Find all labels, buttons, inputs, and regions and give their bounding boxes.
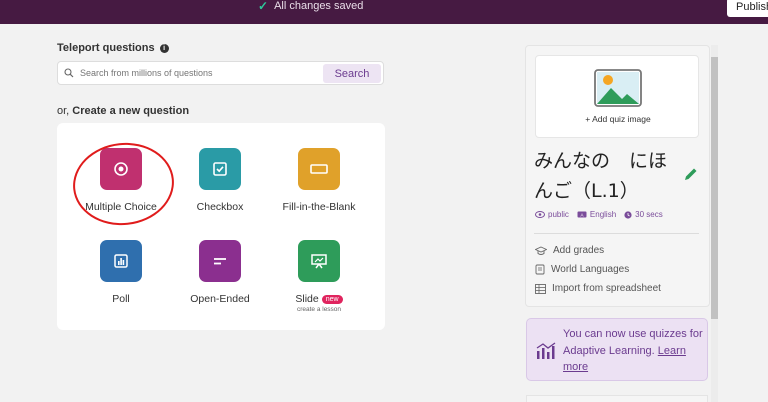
publish-button[interactable]: Publish	[727, 0, 768, 17]
import-spreadsheet-option[interactable]: Import from spreadsheet	[535, 283, 661, 294]
language-icon: A	[577, 211, 587, 218]
graduation-cap-icon	[535, 246, 547, 255]
question-type-open-ended[interactable]: Open-Ended	[170, 240, 270, 305]
svg-text:A: A	[580, 212, 583, 217]
question-type-fill-in-the-blank[interactable]: Fill-in-the-Blank	[269, 148, 369, 213]
search-icon	[58, 68, 80, 78]
save-status-text: All changes saved	[274, 0, 364, 12]
adaptive-text-block: You can now use quizzes for Adaptive Lea…	[563, 326, 705, 376]
question-type-slide[interactable]: Slide new create a lesson	[269, 240, 369, 313]
blank-icon	[298, 148, 340, 190]
create-prefix: or,	[57, 105, 70, 117]
question-type-poll[interactable]: Poll	[71, 240, 171, 305]
scrollbar[interactable]	[711, 45, 718, 402]
subject-option[interactable]: World Languages	[535, 264, 629, 275]
visibility-item[interactable]: public	[535, 210, 569, 219]
add-grades-option[interactable]: Add grades	[535, 245, 604, 256]
quiz-title: みんなの にほんご（L.1）	[534, 150, 668, 202]
new-badge: new	[321, 295, 343, 304]
search-box: Search	[57, 61, 384, 85]
edit-pencil-icon[interactable]	[683, 166, 699, 187]
question-type-label: Fill-in-the-Blank	[282, 201, 356, 213]
eye-icon	[535, 211, 545, 218]
info-icon[interactable]: i	[159, 43, 169, 53]
add-image-label: + Add quiz image	[585, 114, 651, 124]
top-bar	[0, 0, 768, 24]
presentation-icon	[298, 240, 340, 282]
language-text: English	[589, 210, 617, 219]
text-lines-icon	[199, 240, 241, 282]
spreadsheet-icon	[535, 283, 546, 294]
question-type-label: Open-Ended	[190, 293, 250, 305]
add-quiz-image-button[interactable]: + Add quiz image	[535, 55, 699, 138]
clock-icon	[624, 210, 632, 219]
slide-sublabel: create a lesson	[296, 306, 342, 313]
scrollbar-thumb[interactable]	[711, 57, 718, 319]
timer-item[interactable]: 30 secs	[624, 210, 663, 219]
teleport-label: Teleport questions	[57, 42, 155, 54]
quiz-meta: public A English 30 secs	[535, 210, 663, 219]
create-label: Create a new question	[72, 105, 190, 117]
timer-text: 30 secs	[635, 210, 663, 219]
adaptive-chart-icon	[536, 342, 556, 365]
question-type-label: Checkbox	[196, 201, 244, 213]
checkmark-icon: ✓	[258, 0, 269, 13]
bar-chart-icon	[100, 240, 142, 282]
language-item[interactable]: A English	[577, 210, 616, 219]
question-type-card: Multiple Choice Checkbox Fill-in-the-Bla…	[57, 123, 385, 330]
bottom-panel	[526, 395, 708, 402]
question-type-checkbox[interactable]: Checkbox	[170, 148, 270, 213]
save-status: ✓ All changes saved	[258, 0, 363, 12]
question-type-label: Slide	[295, 293, 319, 305]
search-button[interactable]: Search	[323, 64, 381, 83]
adaptive-learning-banner: You can now use quizzes for Adaptive Lea…	[526, 318, 708, 381]
question-type-label: Poll	[112, 293, 130, 305]
teleport-heading: Teleport questions i	[57, 42, 169, 54]
visibility-text: public	[548, 210, 569, 219]
checkbox-icon	[199, 148, 241, 190]
subject-label: World Languages	[551, 264, 630, 275]
book-icon	[535, 264, 545, 275]
divider	[534, 233, 699, 234]
slide-label-row: Slide new	[295, 293, 343, 305]
import-label: Import from spreadsheet	[552, 283, 661, 294]
add-grades-label: Add grades	[553, 245, 605, 256]
image-icon	[594, 69, 642, 112]
create-heading: or, Create a new question	[57, 105, 189, 117]
